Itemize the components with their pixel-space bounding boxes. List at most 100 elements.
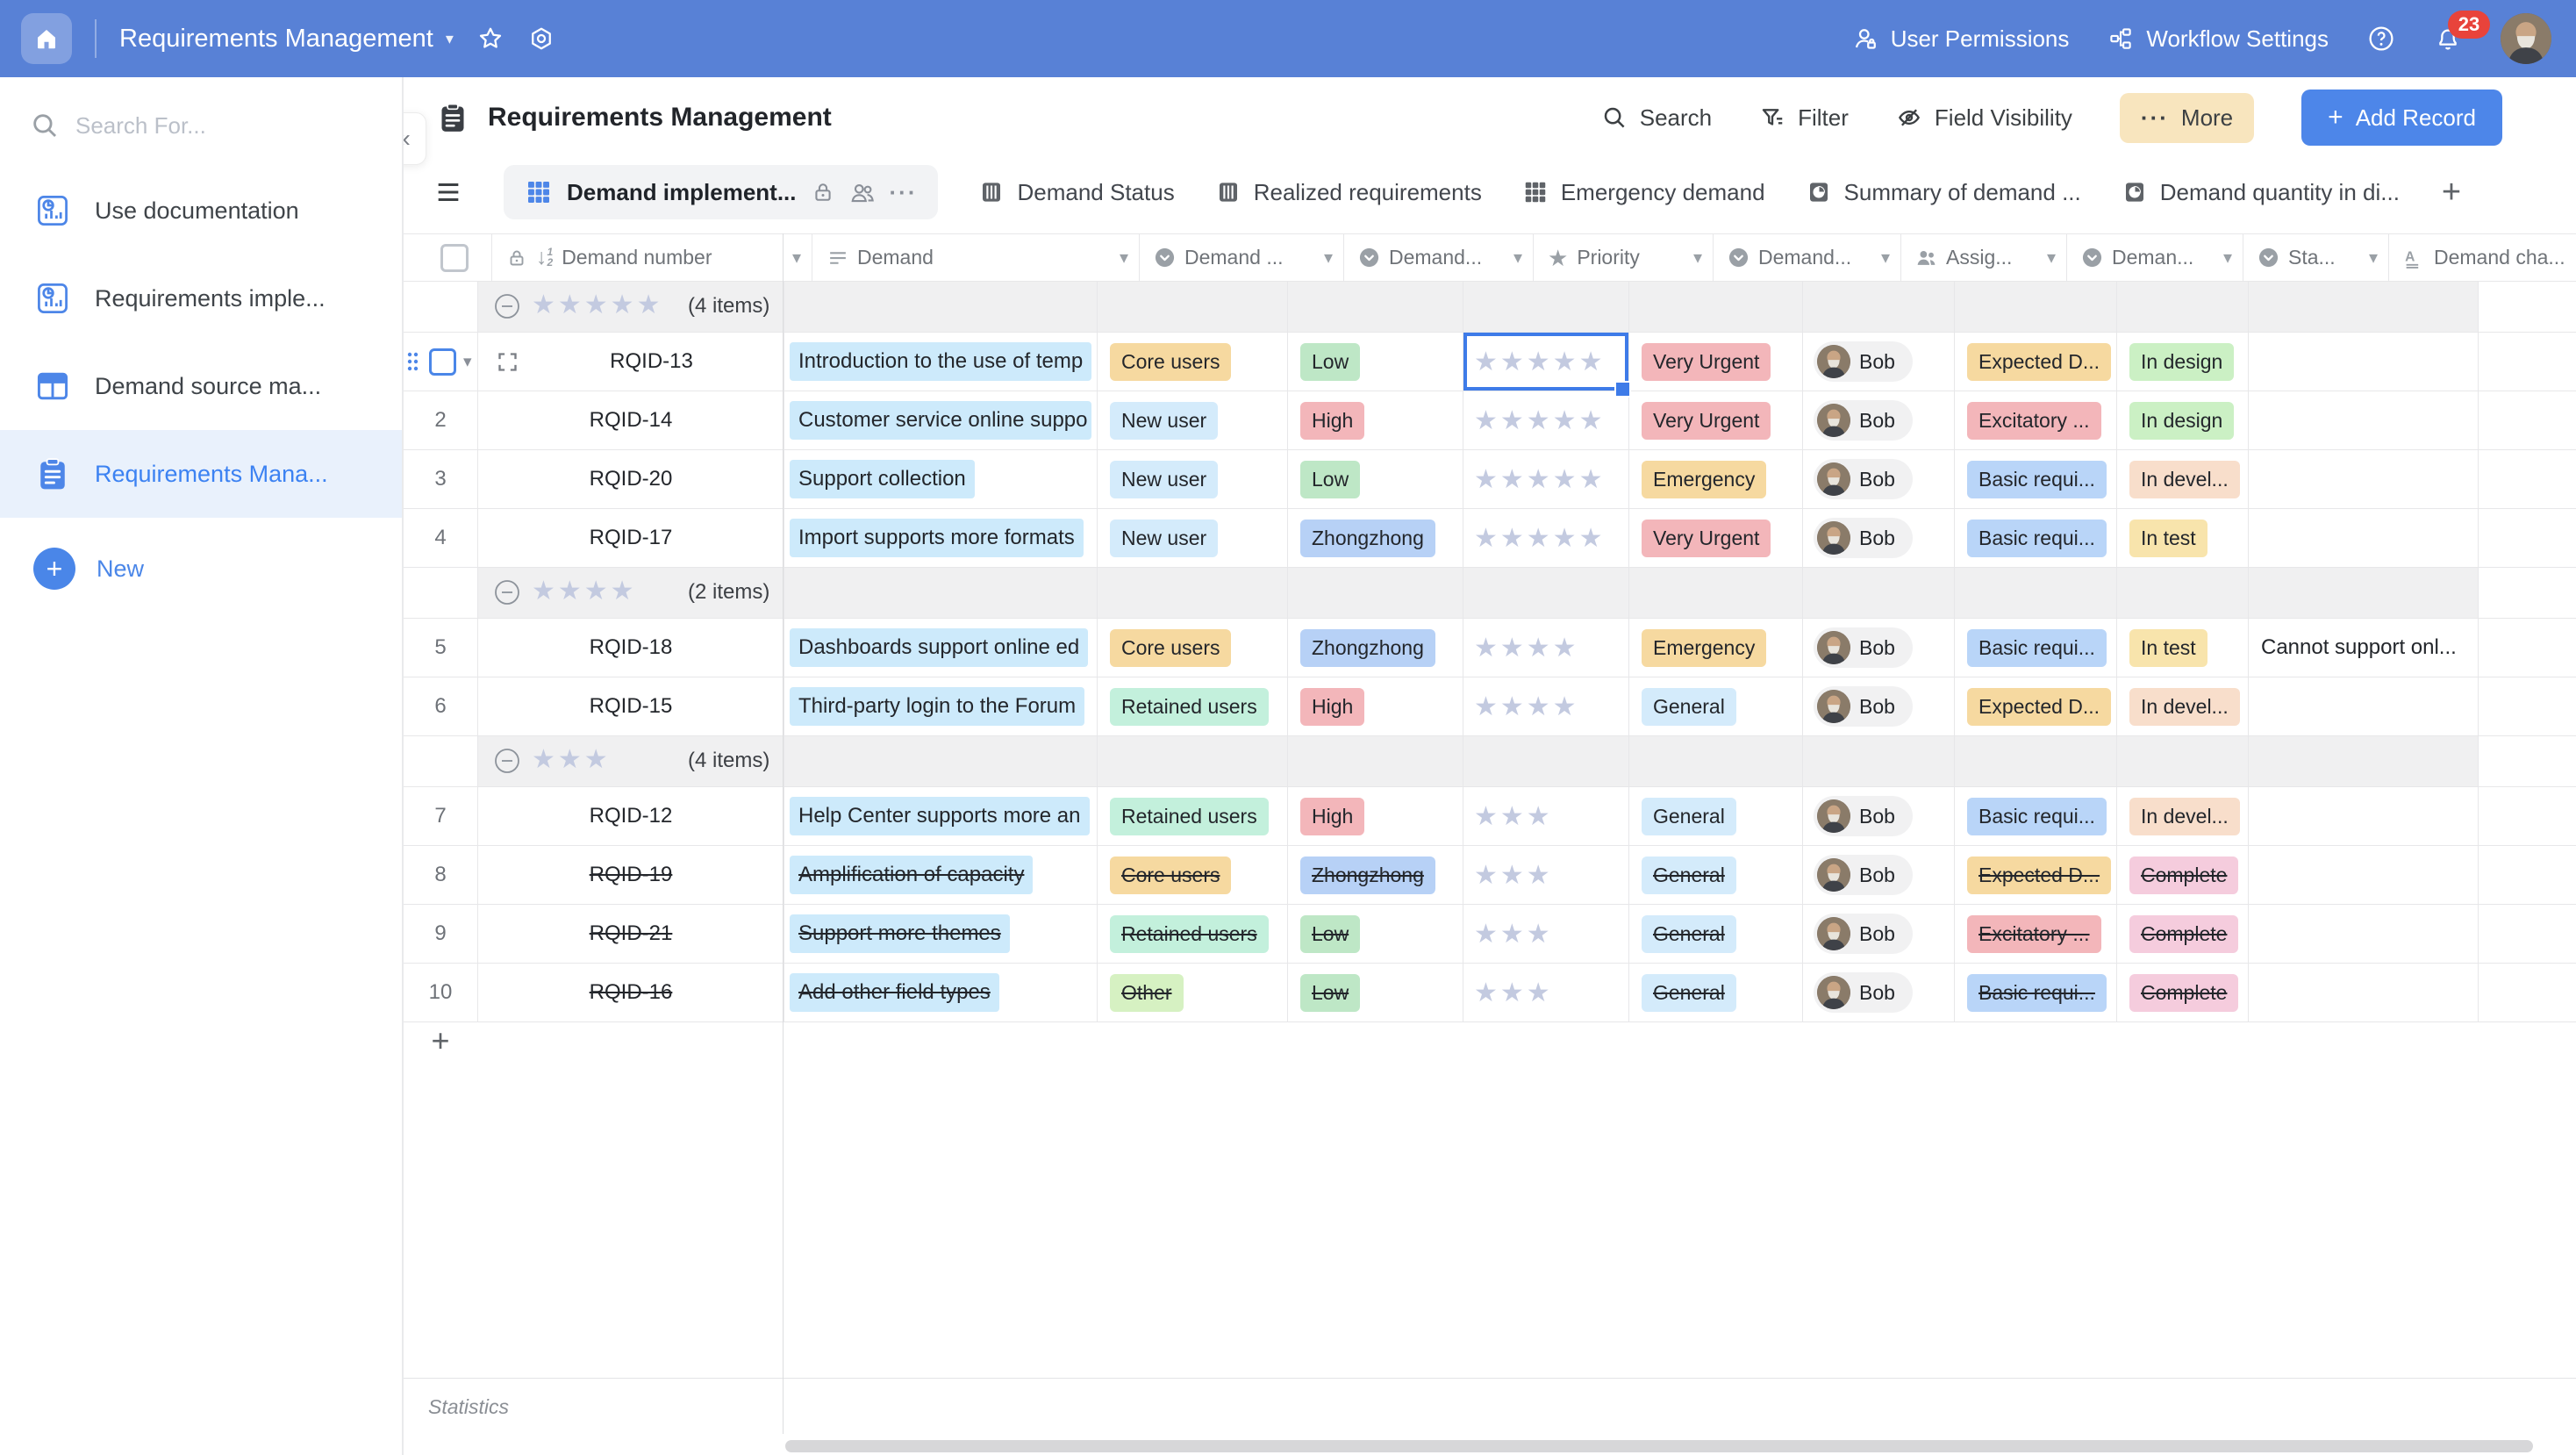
demand-urgency-cell[interactable]: Very Urgent [1629,391,1803,449]
header-caret-icon[interactable]: ▾ [1881,247,1900,269]
record-id-cell[interactable]: RQID-19 [478,846,784,904]
row-handle-cell[interactable]: 4 [404,509,478,567]
select-all-checkbox[interactable] [440,244,469,272]
status-cell[interactable]: In devel... [2117,677,2249,735]
assignee-chip[interactable]: Bob [1814,796,1913,836]
workflow-settings-button[interactable]: Workflow Settings [2107,25,2329,53]
demand-level-cell[interactable]: Zhongzhong [1288,846,1463,904]
priority-stars[interactable]: ★★★★★ [1463,523,1605,554]
demand-type-cell[interactable]: Basic requi... [1955,450,2117,508]
demand-cell[interactable]: Third-party login to the Forum [784,677,1098,735]
lock-icon[interactable] [811,180,835,204]
column-header-demand-type[interactable]: Deman...▾ [2067,234,2243,281]
expand-record-icon[interactable] [496,350,519,374]
sidebar-item-requirements-implementation[interactable]: Requirements imple... [0,254,402,342]
record-id-cell[interactable]: RQID-15 [478,677,784,735]
level-chip[interactable]: Low [1300,343,1360,381]
demand-cell[interactable]: Introduction to the use of temp [784,333,1098,391]
views-list-icon[interactable] [433,177,463,207]
status-chip[interactable]: In devel... [2129,688,2240,726]
assignee-cell[interactable]: Bob [1803,450,1955,508]
demand-cell[interactable]: Import supports more formats [784,509,1098,567]
priority-cell[interactable]: ★★★★★ [1463,509,1629,567]
assignee-chip[interactable]: Bob [1814,518,1913,558]
type-chip[interactable]: Excitatory ... [1967,915,2101,953]
priority-cell[interactable]: ★★★★★ [1463,450,1629,508]
demand-urgency-cell[interactable]: General [1629,787,1803,845]
demand-channel-cell[interactable] [2249,905,2479,963]
urgency-chip[interactable]: Emergency [1642,461,1766,498]
demand-channel-cell[interactable] [2249,677,2479,735]
demand-cell[interactable]: Support collection [784,450,1098,508]
more-button[interactable]: ··· More [2120,93,2254,143]
demand-urgency-cell[interactable]: General [1629,846,1803,904]
demand-level-cell[interactable]: High [1288,391,1463,449]
record-id-cell[interactable]: RQID-16 [478,964,784,1021]
priority-cell[interactable]: ★★★★★ [1463,333,1629,391]
row-handle-cell[interactable]: 7 [404,787,478,845]
row-caret-icon[interactable]: ▾ [463,352,472,372]
statistics-bar[interactable]: Statistics [404,1378,2576,1435]
status-cell[interactable]: In design [2117,333,2249,391]
tab-more-icon[interactable]: ··· [890,179,918,206]
empty-cell[interactable] [2479,333,2576,391]
assignee-chip[interactable]: Bob [1814,686,1913,727]
status-chip[interactable]: In design [2129,402,2234,440]
tab-realized-requirements[interactable]: Realized requirements [1215,179,1482,206]
priority-cell[interactable]: ★★★★ [1463,619,1629,677]
assignee-chip[interactable]: Bob [1814,341,1913,382]
new-button[interactable]: + New [0,548,402,590]
demand-segment-cell[interactable]: New user [1098,450,1288,508]
home-button[interactable] [21,13,72,64]
demand-cell[interactable]: Customer service online suppo [784,391,1098,449]
urgency-chip[interactable]: Very Urgent [1642,343,1771,381]
status-cell[interactable]: Complete [2117,905,2249,963]
type-chip[interactable]: Expected D... [1967,343,2111,381]
assignee-chip[interactable]: Bob [1814,855,1913,895]
demand-segment-cell[interactable]: Core users [1098,846,1288,904]
header-caret-icon[interactable]: ▾ [2369,247,2388,269]
column-header-demand-number[interactable]: ↓12Demand number▾ [492,234,812,281]
horizontal-scrollbar[interactable] [785,1440,2533,1452]
table-row[interactable]: 10RQID-16Add other field typesOtherLow★★… [404,964,2576,1022]
urgency-chip[interactable]: Very Urgent [1642,402,1771,440]
demand-cell[interactable]: Support more themes [784,905,1098,963]
record-id-cell[interactable]: RQID-12 [478,787,784,845]
priority-stars[interactable]: ★★★★ [1463,692,1579,722]
row-handle-cell[interactable]: ▾ [404,333,478,391]
priority-cell[interactable]: ★★★ [1463,905,1629,963]
status-chip[interactable]: In devel... [2129,798,2240,835]
segment-chip[interactable]: New user [1110,520,1218,557]
sidebar-item-requirements-management[interactable]: Requirements Mana... [0,430,402,518]
table-row[interactable]: 5RQID-18Dashboards support online edCore… [404,619,2576,677]
add-record-button[interactable]: + Add Record [2301,90,2502,146]
assignee-chip[interactable]: Bob [1814,459,1913,499]
demand-level-cell[interactable]: Zhongzhong [1288,619,1463,677]
assignee-cell[interactable]: Bob [1803,677,1955,735]
row-drag-handle[interactable] [405,350,420,373]
tab-demand-status[interactable]: Demand Status [978,179,1174,206]
status-cell[interactable]: In devel... [2117,450,2249,508]
segment-chip[interactable]: Retained users [1110,798,1269,835]
assignee-chip[interactable]: Bob [1814,914,1913,954]
status-chip[interactable]: In test [2129,520,2207,557]
segment-chip[interactable]: New user [1110,402,1218,440]
table-row[interactable]: 2RQID-14Customer service online suppoNew… [404,391,2576,450]
demand-level-cell[interactable]: High [1288,787,1463,845]
assignee-cell[interactable]: Bob [1803,391,1955,449]
row-checkbox[interactable] [429,348,456,376]
urgency-chip[interactable]: General [1642,974,1736,1012]
level-chip[interactable]: Low [1300,915,1360,953]
level-chip[interactable]: Zhongzhong [1300,520,1435,557]
column-header-demand[interactable]: Demand▾ [812,234,1140,281]
status-chip[interactable]: In design [2129,343,2234,381]
segment-chip[interactable]: Retained users [1110,915,1269,953]
row-handle-cell[interactable]: 6 [404,677,478,735]
empty-cell[interactable] [2479,509,2576,567]
priority-stars[interactable]: ★★★ [1463,860,1553,891]
type-chip[interactable]: Basic requi... [1967,520,2107,557]
record-id-cell[interactable]: RQID-18 [478,619,784,677]
demand-type-cell[interactable]: Basic requi... [1955,509,2117,567]
collapse-group-icon[interactable] [494,293,520,319]
record-id-cell[interactable]: RQID-14 [478,391,784,449]
